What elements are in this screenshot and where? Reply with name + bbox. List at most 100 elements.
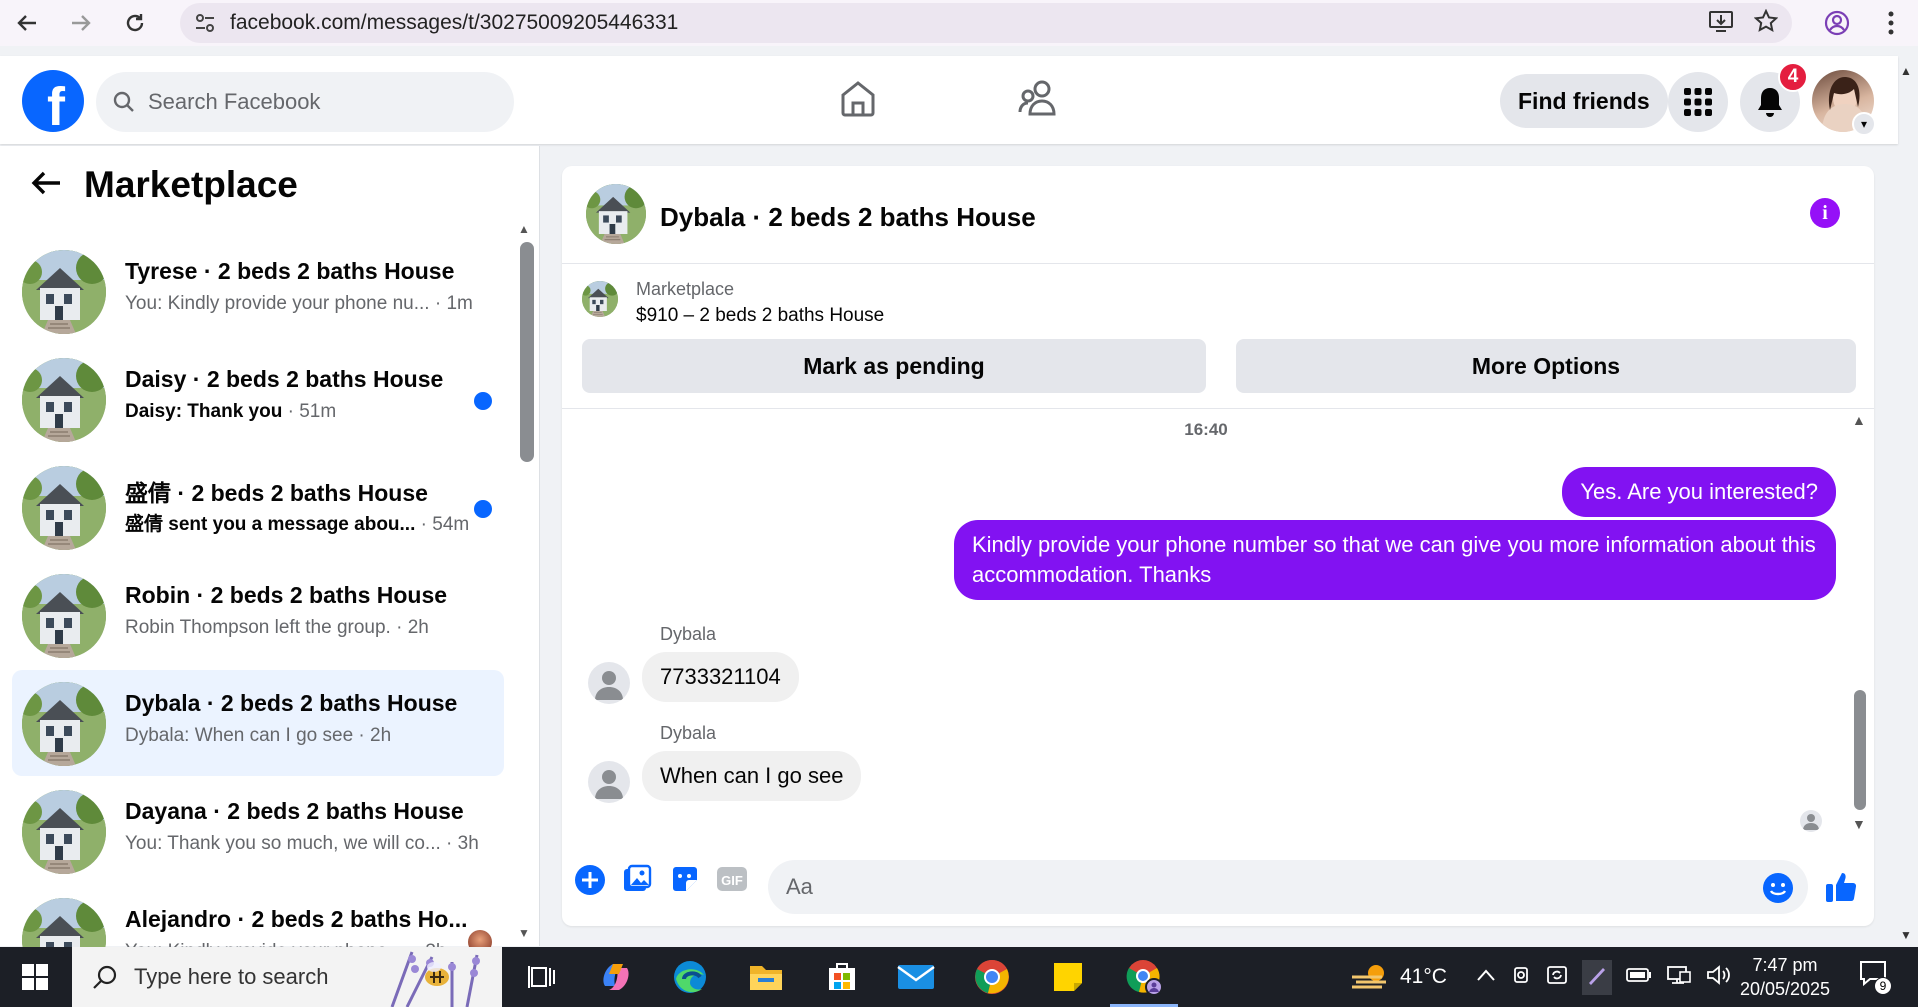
- photo-icon[interactable]: [622, 864, 652, 899]
- listing-bar: Marketplace $910 – 2 beds 2 baths House …: [562, 265, 1874, 409]
- edge-app[interactable]: [670, 957, 710, 997]
- reload-button[interactable]: [108, 0, 162, 46]
- friends-icon: [1018, 80, 1056, 116]
- microsoft-store-app[interactable]: [822, 957, 862, 997]
- chat-title[interactable]: Dybala · 2 beds 2 baths House: [660, 202, 1036, 233]
- chevron-up-icon[interactable]: [1476, 968, 1496, 987]
- pen-icon[interactable]: [1582, 959, 1612, 995]
- start-button[interactable]: [0, 947, 70, 1007]
- chat-scrollbar[interactable]: [1854, 690, 1866, 810]
- chrome-icon: [975, 960, 1009, 994]
- mark-as-pending-button[interactable]: Mark as pending: [582, 339, 1206, 393]
- find-friends-button[interactable]: Find friends: [1500, 74, 1668, 128]
- conversation-preview-text: Daisy: Thank you: [125, 401, 283, 422]
- back-arrow-icon[interactable]: [30, 169, 62, 202]
- menu-button[interactable]: [1668, 72, 1728, 132]
- copilot-icon: [603, 964, 629, 990]
- bookmark-star-icon[interactable]: [1753, 8, 1779, 38]
- forward-button[interactable]: [54, 0, 108, 46]
- task-view-button[interactable]: [522, 957, 562, 997]
- gif-icon[interactable]: GIF: [716, 864, 748, 899]
- house-photo: [22, 466, 106, 550]
- page-scroll-down-arrow-icon[interactable]: ▼: [1900, 928, 1912, 942]
- conversation-preview-text: Dybala: When can I go see: [125, 725, 354, 746]
- taskbar-search-input[interactable]: [134, 964, 374, 990]
- conversation-time: 3h: [457, 833, 479, 854]
- address-bar[interactable]: facebook.com/messages/t/3027500920544633…: [180, 3, 1792, 43]
- unread-dot: [474, 500, 492, 518]
- account-chevron-down-icon[interactable]: ▾: [1852, 112, 1876, 136]
- chat-scroll-down-arrow-icon[interactable]: ▼: [1852, 816, 1866, 832]
- scroll-down-arrow-icon[interactable]: ▼: [518, 926, 530, 940]
- notification-badge: 4: [1778, 62, 1808, 92]
- volume-icon[interactable]: [1706, 964, 1732, 991]
- conversation-item[interactable]: Dybala · 2 beds 2 baths House Dybala: Whe…: [12, 670, 504, 776]
- grid-menu-icon: [1684, 88, 1712, 116]
- conversation-item[interactable]: Daisy · 2 beds 2 baths House Daisy: Thank…: [12, 346, 504, 452]
- sidebar-scrollbar[interactable]: [520, 242, 534, 462]
- plus-circle-icon[interactable]: [574, 864, 606, 901]
- sender-name: Dybala: [660, 624, 717, 644]
- message-incoming[interactable]: 7733321104: [642, 652, 799, 702]
- search-box[interactable]: [96, 72, 514, 132]
- conversation-time: 51m: [299, 401, 337, 422]
- listing-thumbnail[interactable]: [582, 281, 618, 317]
- sender-avatar[interactable]: [588, 662, 630, 704]
- mail-app[interactable]: [896, 957, 936, 997]
- file-explorer-app[interactable]: [746, 957, 786, 997]
- weather-temperature: 41°C: [1400, 965, 1447, 988]
- conversation-thumbnail: [22, 466, 106, 550]
- sync-icon[interactable]: [1546, 964, 1568, 991]
- conversation-item[interactable]: Dayana · 2 beds 2 baths House You: Thank …: [12, 778, 504, 884]
- reload-icon: [126, 14, 144, 32]
- weather-widget[interactable]: 41°C: [1350, 947, 1447, 1007]
- search-input[interactable]: [148, 89, 488, 115]
- profile-icon[interactable]: [1810, 10, 1864, 36]
- chat-scroll-up-arrow-icon[interactable]: ▲: [1852, 412, 1866, 428]
- sticker-icon[interactable]: [670, 864, 700, 899]
- action-center-button[interactable]: 9: [1858, 959, 1894, 995]
- conversation-item[interactable]: Tyrese · 2 beds 2 baths House You: Kindly…: [12, 238, 504, 344]
- taskbar-search[interactable]: [72, 947, 502, 1007]
- page-scroll-up-arrow-icon[interactable]: ▲: [1900, 64, 1912, 78]
- battery-icon[interactable]: [1626, 967, 1652, 988]
- copilot-app[interactable]: [596, 957, 636, 997]
- listing-avatar[interactable]: [586, 184, 646, 244]
- home-icon: [841, 81, 875, 117]
- more-options-button[interactable]: More Options: [1236, 339, 1856, 393]
- info-icon[interactable]: i: [1810, 198, 1840, 228]
- dot-separator: ·: [353, 725, 371, 746]
- message-outgoing[interactable]: Kindly provide your phone number so that…: [954, 520, 1836, 600]
- conversation-item[interactable]: Robin · 2 beds 2 baths House Robin Thomps…: [12, 562, 504, 668]
- scroll-up-arrow-icon[interactable]: ▲: [518, 222, 530, 236]
- message-input[interactable]: [768, 860, 1808, 914]
- thumbs-up-icon[interactable]: [1824, 870, 1858, 909]
- chrome-app[interactable]: [972, 957, 1012, 997]
- clock-time: 7:47 pm: [1752, 955, 1818, 975]
- conversation-item[interactable]: 盛倩 · 2 beds 2 baths House 盛倩 sent you a m…: [12, 454, 504, 560]
- arrow-right-icon: [72, 15, 91, 31]
- house-photo: [582, 281, 618, 317]
- home-nav[interactable]: [838, 78, 878, 123]
- meet-now-icon[interactable]: [1510, 964, 1532, 991]
- sender-avatar[interactable]: [588, 761, 630, 803]
- conversation-time: 2h: [407, 617, 429, 638]
- emoji-icon[interactable]: [1762, 872, 1794, 909]
- clock-date: 20/05/2025: [1739, 979, 1831, 999]
- sticky-notes-app[interactable]: [1048, 957, 1088, 997]
- chrome-profile-app[interactable]: [1110, 957, 1178, 1007]
- browser-toolbar: facebook.com/messages/t/3027500920544633…: [0, 0, 1918, 46]
- back-button[interactable]: [0, 0, 54, 46]
- network-icon[interactable]: [1666, 964, 1692, 991]
- site-settings-icon[interactable]: [180, 12, 230, 34]
- browser-menu-icon[interactable]: [1864, 10, 1918, 36]
- message-composer: GIF: [562, 846, 1874, 916]
- facebook-logo[interactable]: f: [22, 70, 84, 132]
- message-incoming[interactable]: When can I go see: [642, 751, 862, 801]
- friends-nav[interactable]: [1018, 78, 1058, 123]
- message-outgoing[interactable]: Yes. Are you interested?: [1562, 467, 1836, 517]
- install-app-icon[interactable]: [1708, 9, 1734, 38]
- taskbar-clock[interactable]: 7:47 pm 20/05/2025: [1730, 953, 1840, 1001]
- conversation-preview-text: Robin Thompson left the group.: [125, 617, 391, 638]
- listing-price-title[interactable]: $910 – 2 beds 2 baths House: [636, 305, 884, 327]
